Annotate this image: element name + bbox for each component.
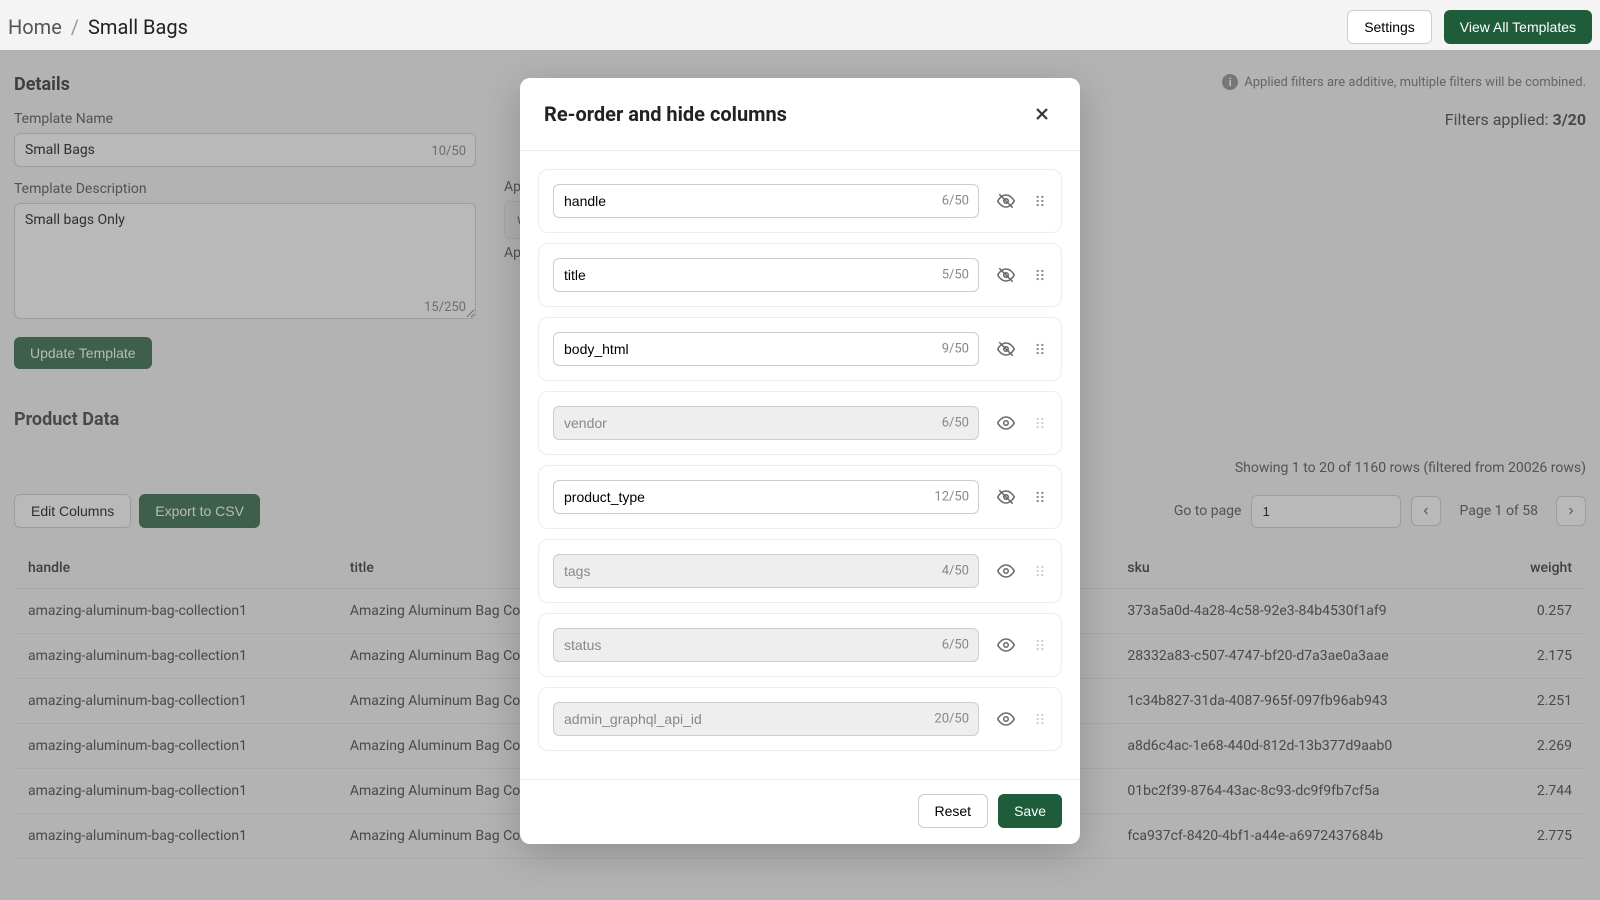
column-item: 6/50	[538, 169, 1062, 233]
column-item: 12/50	[538, 465, 1062, 529]
toggle-visibility-button[interactable]	[993, 484, 1019, 510]
view-all-templates-button[interactable]: View All Templates	[1444, 10, 1592, 44]
drag-handle-icon[interactable]	[1033, 192, 1047, 210]
breadcrumb-sep: /	[71, 15, 79, 39]
toggle-visibility-button[interactable]	[993, 262, 1019, 288]
eye-icon	[997, 710, 1015, 728]
settings-button[interactable]: Settings	[1347, 10, 1432, 44]
modal-close-button[interactable]	[1028, 100, 1056, 128]
drag-handle-icon[interactable]	[1033, 340, 1047, 358]
eye-slash-icon	[997, 340, 1015, 358]
column-counter: 20/50	[934, 712, 969, 727]
reset-button[interactable]: Reset	[918, 794, 989, 828]
reorder-columns-modal: Re-order and hide columns 6/50 5/50 9/50	[520, 78, 1080, 844]
column-item: 6/50	[538, 613, 1062, 677]
column-counter: 6/50	[942, 194, 969, 209]
toggle-visibility-button[interactable]	[993, 558, 1019, 584]
drag-handle-icon[interactable]	[1033, 266, 1047, 284]
drag-handle-icon	[1033, 636, 1047, 654]
eye-icon	[997, 562, 1015, 580]
column-item: 5/50	[538, 243, 1062, 307]
toggle-visibility-button[interactable]	[993, 706, 1019, 732]
column-counter: 4/50	[942, 564, 969, 579]
eye-icon	[997, 414, 1015, 432]
column-item: 20/50	[538, 687, 1062, 751]
column-counter: 5/50	[942, 268, 969, 283]
toggle-visibility-button[interactable]	[993, 336, 1019, 362]
column-name-input[interactable]	[553, 480, 979, 514]
drag-handle-icon	[1033, 710, 1047, 728]
column-item: 9/50	[538, 317, 1062, 381]
drag-handle-icon[interactable]	[1033, 488, 1047, 506]
column-counter: 12/50	[934, 490, 969, 505]
eye-slash-icon	[997, 488, 1015, 506]
drag-handle-icon	[1033, 562, 1047, 580]
column-item: 6/50	[538, 391, 1062, 455]
modal-title: Re-order and hide columns	[544, 102, 787, 126]
column-name-input[interactable]	[553, 184, 979, 218]
breadcrumb: Home / Small Bags	[8, 15, 188, 39]
column-name-input	[553, 406, 979, 440]
column-name-input	[553, 554, 979, 588]
breadcrumb-current: Small Bags	[88, 15, 188, 39]
column-counter: 6/50	[942, 416, 969, 431]
toggle-visibility-button[interactable]	[993, 410, 1019, 436]
column-name-input	[553, 628, 979, 662]
breadcrumb-home[interactable]: Home	[8, 15, 62, 39]
column-name-input[interactable]	[553, 258, 979, 292]
toggle-visibility-button[interactable]	[993, 632, 1019, 658]
column-item: 4/50	[538, 539, 1062, 603]
eye-slash-icon	[997, 192, 1015, 210]
drag-handle-icon	[1033, 414, 1047, 432]
column-counter: 9/50	[942, 342, 969, 357]
eye-icon	[997, 636, 1015, 654]
column-name-input	[553, 702, 979, 736]
eye-slash-icon	[997, 266, 1015, 284]
close-icon	[1032, 104, 1052, 124]
toggle-visibility-button[interactable]	[993, 188, 1019, 214]
column-name-input[interactable]	[553, 332, 979, 366]
modal-overlay[interactable]: Re-order and hide columns 6/50 5/50 9/50	[0, 50, 1600, 900]
save-button[interactable]: Save	[998, 794, 1062, 828]
column-counter: 6/50	[942, 638, 969, 653]
